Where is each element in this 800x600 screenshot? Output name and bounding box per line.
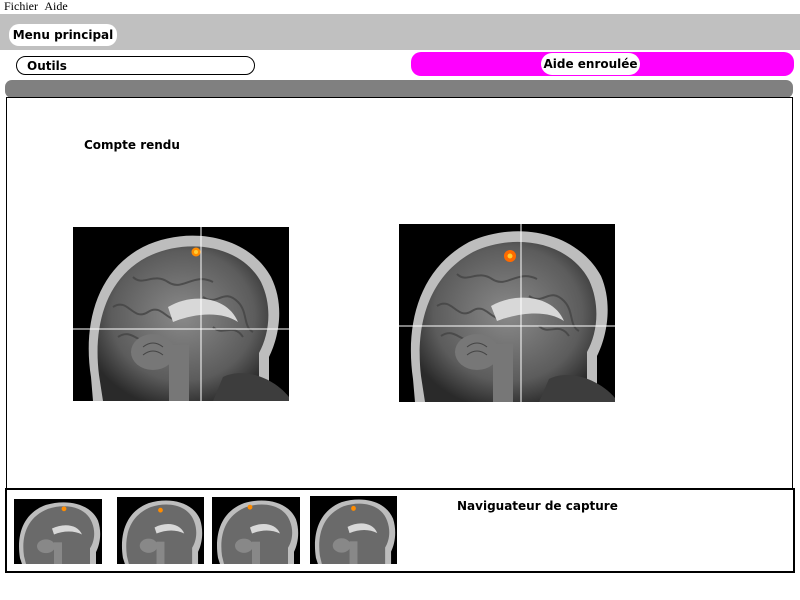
brain-scan-left[interactable]	[73, 227, 289, 401]
help-rolled-button[interactable]: Aide enroulée	[541, 53, 640, 75]
tools-button[interactable]: Outils	[16, 56, 255, 75]
brain-scan-right[interactable]	[399, 224, 615, 402]
capture-thumbnail[interactable]	[14, 499, 102, 564]
top-toolbar	[0, 14, 800, 50]
separator-bar	[5, 80, 793, 98]
navigator-label: Naviguateur de capture	[457, 499, 618, 513]
menu-fichier[interactable]: Fichier	[4, 0, 38, 13]
capture-thumbnail[interactable]	[117, 497, 204, 564]
capture-thumbnail[interactable]	[310, 496, 397, 564]
main-menu-button[interactable]: Menu principal	[9, 24, 117, 46]
capture-thumbnail[interactable]	[212, 497, 300, 564]
report-title: Compte rendu	[84, 138, 180, 152]
menu-bar: Fichier Aide	[0, 0, 800, 14]
menu-aide[interactable]: Aide	[44, 0, 67, 13]
